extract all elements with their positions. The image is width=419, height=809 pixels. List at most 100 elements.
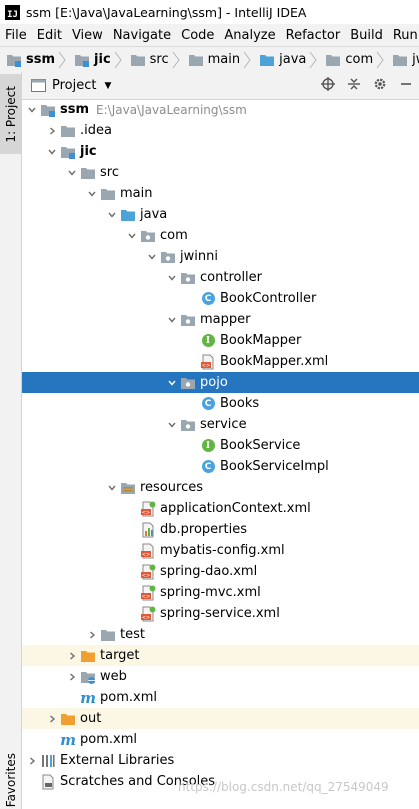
chevron-down-icon[interactable] (164, 309, 180, 330)
chevron-down-icon[interactable] (24, 99, 40, 120)
tree-node-mapper[interactable]: mapper (22, 309, 419, 330)
tree-node-external-libraries[interactable]: External Libraries (22, 750, 419, 771)
svg-text:<>: <> (202, 363, 210, 369)
tree-node-books[interactable]: C Books (22, 393, 419, 414)
chevron-down-icon[interactable] (44, 141, 60, 162)
menu-analyze[interactable]: Analyze (219, 28, 280, 43)
tree-node-out[interactable]: out (22, 708, 419, 729)
menu-file[interactable]: File (0, 28, 32, 43)
chevron-down-icon[interactable] (104, 477, 120, 498)
tree-node-bookserviceimpl[interactable]: C BookServiceImpl (22, 456, 419, 477)
tree-node-web[interactable]: web (22, 666, 419, 687)
menu-run[interactable]: Run (388, 28, 419, 43)
tree-node-label: jic (80, 144, 97, 159)
tree-node-src[interactable]: src (22, 162, 419, 183)
menu-refactor[interactable]: Refactor (281, 28, 346, 43)
source-folder-icon (120, 207, 136, 223)
chevron-right-icon[interactable] (24, 750, 40, 771)
tree-node-bookmapper-xml[interactable]: <> BookMapper.xml (22, 351, 419, 372)
collapse-all-icon[interactable] (341, 77, 367, 95)
menu-navigate[interactable]: Navigate (108, 28, 176, 43)
xml-file-icon: <> (140, 543, 156, 559)
spring-xml-file-icon: <> (140, 564, 156, 580)
project-view-selector[interactable]: Project ▼ (30, 78, 111, 94)
breadcrumb-item-ssm[interactable]: ssm (0, 51, 68, 69)
tree-node-label: ssm (60, 102, 90, 117)
spring-xml-file-icon: <> (140, 585, 156, 601)
breadcrumb-item-jic[interactable]: jic (68, 51, 124, 69)
tree-node-com[interactable]: com (22, 225, 419, 246)
menu-view[interactable]: View (67, 28, 108, 43)
locate-file-icon[interactable] (315, 76, 341, 95)
chevron-down-icon[interactable] (144, 246, 160, 267)
tree-node-ssm[interactable]: ssm E:\Java\JavaLearning\ssm (22, 99, 419, 120)
tree-node-label: resources (140, 480, 204, 495)
svg-text:<>: <> (142, 615, 150, 621)
tree-node-bookservice[interactable]: I BookService (22, 435, 419, 456)
tree-node-main[interactable]: main (22, 183, 419, 204)
tree-node-pom-xml[interactable]: m pom.xml (22, 687, 419, 708)
chevron-down-icon[interactable] (84, 183, 100, 204)
tree-node-label: pojo (200, 375, 228, 390)
tree-node-resources[interactable]: resources (22, 477, 419, 498)
menu-bar: File Edit View Navigate Code Analyze Refactor B… (0, 24, 419, 46)
tree-node-jwinni[interactable]: jwinni (22, 246, 419, 267)
project-tool-tab[interactable]: 1: Project (0, 74, 21, 154)
tree-node-bookcontroller[interactable]: C BookController (22, 288, 419, 309)
breadcrumb-item-main[interactable]: main (182, 51, 253, 69)
breadcrumb-item-jwinni[interactable]: jwinni (386, 51, 419, 69)
chevron-down-icon: ▼ (104, 80, 112, 91)
chevron-right-icon[interactable] (44, 708, 60, 729)
tree-node-jic[interactable]: jic (22, 141, 419, 162)
chevron-down-icon[interactable] (164, 372, 180, 393)
breadcrumb-item-src[interactable]: src (124, 51, 182, 69)
chevron-right-icon[interactable] (64, 666, 80, 687)
menu-code[interactable]: Code (176, 28, 219, 43)
chevron-down-icon[interactable] (164, 267, 180, 288)
tree-node-test[interactable]: test (22, 624, 419, 645)
breadcrumb-separator-icon (58, 51, 66, 69)
breadcrumb-label: java (279, 52, 307, 67)
tree-node-pom-xml[interactable]: m pom.xml (22, 729, 419, 750)
chevron-down-icon[interactable] (104, 204, 120, 225)
resources-folder-icon (120, 480, 136, 496)
tree-node-spring-mvc-xml[interactable]: <> spring-mvc.xml (22, 582, 419, 603)
favorites-tool-tab[interactable]: Favorites (0, 752, 21, 808)
breadcrumb-item-java[interactable]: java (253, 51, 319, 69)
tree-node-controller[interactable]: controller (22, 267, 419, 288)
menu-edit[interactable]: Edit (32, 28, 67, 43)
tree-node-service[interactable]: service (22, 414, 419, 435)
tree-node-spring-service-xml[interactable]: <> spring-service.xml (22, 603, 419, 624)
tree-node-applicationcontext-xml[interactable]: <> applicationContext.xml (22, 498, 419, 519)
tree-node-label: test (120, 627, 145, 642)
chevron-down-icon[interactable] (124, 225, 140, 246)
chevron-down-icon[interactable] (164, 414, 180, 435)
tree-node-label: .idea (80, 123, 112, 138)
tree-node-db-properties[interactable]: db.properties (22, 519, 419, 540)
chevron-right-icon[interactable] (64, 645, 80, 666)
chevron-right-icon[interactable] (84, 624, 100, 645)
hide-panel-icon[interactable] (393, 77, 419, 95)
tree-node-label: db.properties (160, 522, 247, 537)
breadcrumb-label: src (149, 52, 169, 67)
tree-node-pojo[interactable]: pojo (22, 372, 419, 393)
tree-node-target[interactable]: target (22, 645, 419, 666)
tree-node-idea[interactable]: .idea (22, 120, 419, 141)
tree-node-label: out (80, 711, 102, 726)
folder-icon (100, 186, 116, 202)
java-class-icon: C (200, 291, 216, 307)
project-tree[interactable]: ssm E:\Java\JavaLearning\ssm .idea jic src ma… (22, 99, 419, 809)
excluded-folder-icon (80, 648, 96, 664)
chevron-down-icon[interactable] (64, 162, 80, 183)
tree-node-spring-dao-xml[interactable]: <> spring-dao.xml (22, 561, 419, 582)
chevron-right-icon[interactable] (44, 120, 60, 141)
tree-node-bookmapper[interactable]: I BookMapper (22, 330, 419, 351)
favorites-tool-tab-label: Favorites (3, 752, 18, 808)
tree-node-label: mapper (200, 312, 251, 327)
gear-icon[interactable] (367, 77, 393, 95)
tree-node-label: jwinni (180, 249, 218, 264)
menu-build[interactable]: Build (345, 28, 388, 43)
tree-node-mybatis-config-xml[interactable]: <> mybatis-config.xml (22, 540, 419, 561)
breadcrumb-item-com[interactable]: com (319, 51, 386, 69)
tree-node-java[interactable]: java (22, 204, 419, 225)
